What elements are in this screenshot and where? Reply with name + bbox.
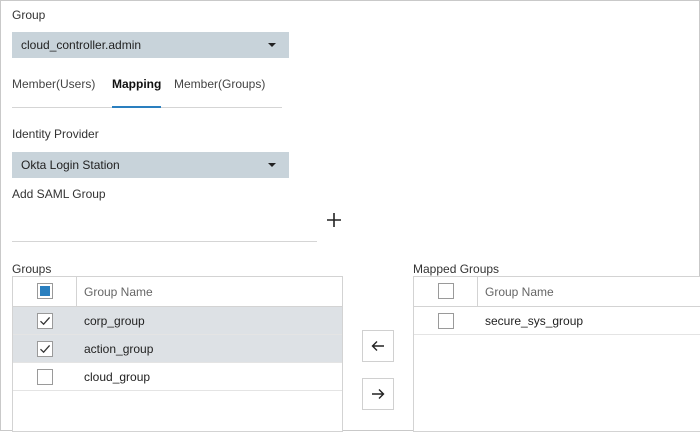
table-row[interactable]: action_group bbox=[13, 335, 342, 363]
chevron-down-icon bbox=[268, 163, 276, 167]
mapped-groups-grid-header: Group Name bbox=[414, 277, 700, 307]
identity-provider-label: Identity Provider bbox=[12, 127, 99, 141]
identity-provider-select[interactable]: Okta Login Station bbox=[12, 152, 289, 178]
row-checkbox[interactable] bbox=[438, 313, 454, 329]
table-row[interactable]: cloud_group bbox=[13, 363, 342, 391]
select-all-checkbox[interactable] bbox=[438, 283, 454, 299]
checkmark-icon bbox=[40, 316, 51, 326]
groups-label: Groups bbox=[12, 262, 52, 276]
group-name-cell: cloud_group bbox=[84, 370, 151, 384]
groups-grid: Group Name corp_group action_group cloud… bbox=[12, 276, 343, 432]
row-checkbox[interactable] bbox=[37, 369, 53, 385]
tab-bar: Member(Users) Mapping Member(Groups) bbox=[12, 73, 282, 108]
tab-mapping[interactable]: Mapping bbox=[112, 77, 162, 108]
group-select-value: cloud_controller.admin bbox=[21, 38, 142, 52]
arrow-left-icon bbox=[371, 341, 384, 351]
move-left-button[interactable] bbox=[362, 330, 394, 362]
mapped-groups-grid: Group Name secure_sys_group bbox=[413, 276, 700, 432]
column-divider bbox=[477, 277, 478, 306]
mapped-groups-label: Mapped Groups bbox=[413, 262, 500, 276]
move-right-button[interactable] bbox=[362, 378, 394, 410]
group-name-cell: secure_sys_group bbox=[485, 314, 584, 328]
table-row[interactable]: corp_group bbox=[13, 307, 342, 335]
group-label: Group bbox=[12, 8, 46, 22]
plus-icon[interactable] bbox=[324, 212, 344, 232]
saml-group-input[interactable] bbox=[12, 215, 317, 239]
column-divider bbox=[76, 277, 77, 306]
chevron-down-icon bbox=[268, 43, 276, 47]
select-all-checkbox[interactable] bbox=[37, 283, 53, 299]
saml-group-input-underline bbox=[12, 241, 317, 242]
table-row[interactable]: secure_sys_group bbox=[414, 307, 700, 335]
arrow-right-icon bbox=[372, 389, 385, 399]
group-name-column-header: Group Name bbox=[485, 285, 554, 299]
tab-member-groups[interactable]: Member(Groups) bbox=[174, 77, 265, 106]
group-name-cell: corp_group bbox=[84, 314, 145, 328]
group-select[interactable]: cloud_controller.admin bbox=[12, 32, 289, 58]
tab-member-users[interactable]: Member(Users) bbox=[12, 77, 95, 106]
add-saml-group-label: Add SAML Group bbox=[12, 187, 106, 201]
group-name-column-header: Group Name bbox=[84, 285, 153, 299]
row-checkbox[interactable] bbox=[37, 341, 53, 357]
row-checkbox[interactable] bbox=[37, 313, 53, 329]
group-name-cell: action_group bbox=[84, 342, 154, 356]
groups-grid-header: Group Name bbox=[13, 277, 342, 307]
identity-provider-value: Okta Login Station bbox=[21, 158, 120, 172]
checkmark-icon bbox=[40, 344, 51, 354]
